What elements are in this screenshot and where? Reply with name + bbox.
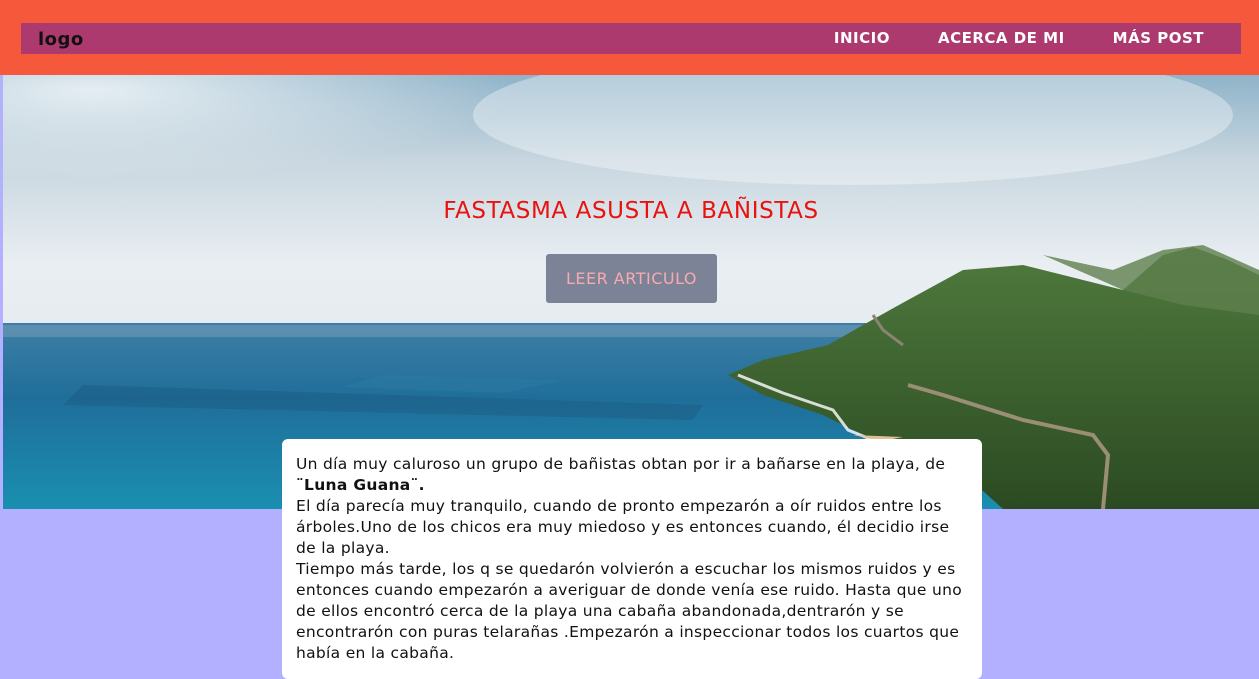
navbar: logo INICIO ACERCA DE MI MÁS POST [21, 23, 1241, 54]
article-paragraph-1-text: Un día muy caluroso un grupo de bañistas… [296, 455, 946, 473]
nav-link-inicio[interactable]: INICIO [834, 28, 890, 48]
nav-link-mas-post[interactable]: MÁS POST [1113, 28, 1204, 48]
article-paragraph-3: Tiempo más tarde, los q se quedarón volv… [296, 560, 962, 662]
read-article-button[interactable]: LEER ARTICULO [546, 254, 717, 303]
article-paragraph-1: Un día muy caluroso un grupo de bañistas… [296, 454, 968, 496]
article-place-name: ¨Luna Guana¨. [296, 476, 425, 494]
nav-link-acerca-de-mi[interactable]: ACERCA DE MI [938, 28, 1065, 48]
nav-links: INICIO ACERCA DE MI MÁS POST [786, 28, 1204, 48]
logo[interactable]: logo [38, 29, 84, 51]
site-header: logo INICIO ACERCA DE MI MÁS POST [0, 0, 1259, 75]
hero-title: FASTASMA ASUSTA A BAÑISTAS [443, 198, 819, 224]
article-card: Un día muy caluroso un grupo de bañistas… [282, 439, 982, 679]
article-paragraph-2: El día parecía muy tranquilo, cuando de … [296, 497, 950, 557]
